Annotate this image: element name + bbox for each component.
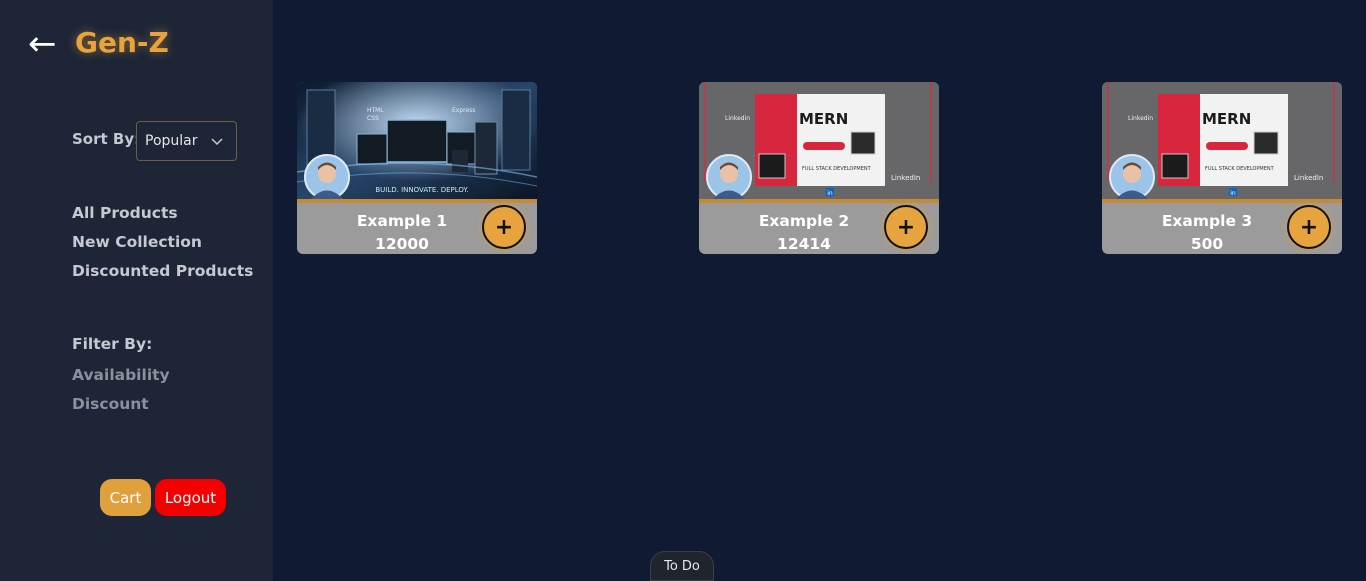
back-arrow-icon[interactable]: ← bbox=[28, 24, 57, 64]
nav-item-discounted-products[interactable]: Discounted Products bbox=[72, 260, 253, 289]
thumb-linkedin-badge: in bbox=[1230, 190, 1236, 197]
thumb-mern-sub: FULL STACK DEVELOPMENT bbox=[1205, 166, 1275, 172]
thumb-tagline: BUILD. INNOVATE. DEPLOY. bbox=[375, 186, 468, 194]
thumb-linkedin-badge: in bbox=[827, 190, 833, 197]
logout-button[interactable]: Logout bbox=[155, 479, 226, 516]
product-price: 500 bbox=[1190, 235, 1224, 253]
add-to-cart-button[interactable]: + bbox=[482, 205, 526, 249]
card-accent-strip bbox=[699, 199, 939, 203]
thumb-linkedin-small: Linkedin bbox=[725, 115, 750, 122]
todo-button[interactable]: To Do bbox=[650, 551, 714, 581]
thumb-linkedin-small: Linkedin bbox=[1128, 115, 1153, 122]
nav-item-new-collection[interactable]: New Collection bbox=[72, 231, 253, 260]
thumb-linkedin: LinkedIn bbox=[891, 174, 920, 182]
product-card[interactable]: MERN FULL STACK DEVELOPMENT Linkedin Lin… bbox=[699, 82, 939, 254]
sort-label: Sort By: bbox=[72, 130, 141, 148]
sort-select-value: Popular bbox=[145, 133, 198, 149]
product-price: 12414 bbox=[777, 235, 831, 253]
nav-item-all-products[interactable]: All Products bbox=[72, 202, 253, 231]
thumb-code-tag: Express bbox=[452, 107, 475, 114]
filter-item-discount[interactable]: Discount bbox=[72, 393, 170, 422]
sidebar: ← Gen-Z Sort By: Popular All Products Ne… bbox=[0, 0, 273, 581]
filter-list: Availability Discount bbox=[72, 364, 170, 422]
filter-item-availability[interactable]: Availability bbox=[72, 364, 170, 393]
product-image: HTML CSS Express BUILD. INNOVATE. DEPLOY… bbox=[297, 82, 537, 199]
product-image: MERN FULL STACK DEVELOPMENT Linkedin Lin… bbox=[1102, 82, 1342, 199]
thumb-mern: MERN bbox=[1202, 110, 1251, 128]
product-card[interactable]: MERN FULL STACK DEVELOPMENT Linkedin Lin… bbox=[1102, 82, 1342, 254]
product-price: 12000 bbox=[375, 235, 429, 253]
card-accent-strip bbox=[297, 199, 537, 203]
thumb-mern-sub: FULL STACK DEVELOPMENT bbox=[802, 166, 872, 172]
product-image: MERN FULL STACK DEVELOPMENT Linkedin Lin… bbox=[699, 82, 939, 199]
add-to-cart-button[interactable]: + bbox=[1287, 205, 1331, 249]
card-accent-strip bbox=[1102, 199, 1342, 203]
add-to-cart-button[interactable]: + bbox=[884, 205, 928, 249]
thumb-code-tag: HTML bbox=[367, 107, 384, 114]
product-name: Example 2 bbox=[758, 212, 850, 230]
filter-title: Filter By: bbox=[72, 335, 153, 353]
cart-button[interactable]: Cart bbox=[100, 479, 151, 516]
brand-title: Gen-Z bbox=[75, 26, 169, 59]
sort-select[interactable]: Popular bbox=[136, 121, 237, 161]
product-name: Example 1 bbox=[356, 212, 448, 230]
product-card[interactable]: HTML CSS Express BUILD. INNOVATE. DEPLOY… bbox=[297, 82, 537, 254]
product-name: Example 3 bbox=[1161, 212, 1253, 230]
thumb-code-tag: CSS bbox=[367, 115, 379, 122]
category-nav: All Products New Collection Discounted P… bbox=[72, 202, 253, 289]
thumb-linkedin: LinkedIn bbox=[1294, 174, 1323, 182]
thumb-mern: MERN bbox=[799, 110, 848, 128]
chevron-down-icon bbox=[211, 138, 223, 146]
